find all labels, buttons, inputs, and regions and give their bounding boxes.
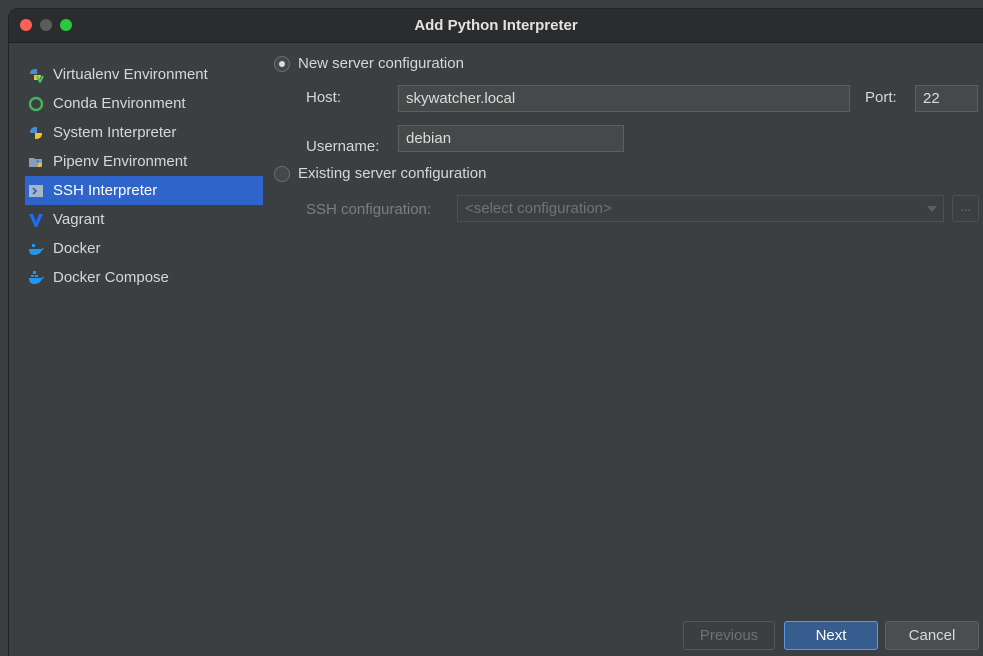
username-label: Username: bbox=[306, 138, 380, 155]
sidebar-item-label: Docker Compose bbox=[53, 269, 169, 286]
browse-ssh-configuration-button[interactable]: ... bbox=[952, 195, 979, 222]
sidebar-item-docker-compose[interactable]: Docker Compose bbox=[25, 263, 263, 292]
ssh-settings-panel: New server configuration Host: Port: Use… bbox=[271, 43, 983, 656]
docker-compose-icon bbox=[28, 270, 44, 286]
docker-icon bbox=[28, 241, 44, 257]
sidebar-item-vagrant[interactable]: Vagrant bbox=[25, 205, 263, 234]
cancel-button[interactable]: Cancel bbox=[885, 621, 979, 650]
title-bar: Add Python Interpreter bbox=[9, 9, 983, 43]
pipenv-icon bbox=[28, 154, 44, 170]
existing-server-configuration-label: Existing server configuration bbox=[298, 165, 487, 182]
sidebar-item-conda[interactable]: Conda Environment bbox=[25, 89, 263, 118]
new-server-configuration-label: New server configuration bbox=[298, 55, 464, 72]
sidebar-item-pipenv[interactable]: Pipenv Environment bbox=[25, 147, 263, 176]
next-button[interactable]: Next bbox=[784, 621, 878, 650]
sidebar-item-label: Docker bbox=[53, 240, 101, 257]
host-input[interactable] bbox=[398, 85, 850, 112]
dialog-title: Add Python Interpreter bbox=[414, 17, 578, 34]
sidebar-item-label: Vagrant bbox=[53, 211, 105, 228]
port-input[interactable] bbox=[915, 85, 978, 112]
sidebar-item-label: Conda Environment bbox=[53, 95, 186, 112]
ssh-configuration-select[interactable]: <select configuration> bbox=[457, 195, 944, 222]
sidebar-item-docker[interactable]: Docker bbox=[25, 234, 263, 263]
port-label: Port: bbox=[865, 89, 897, 106]
sidebar-item-label: SSH Interpreter bbox=[53, 182, 158, 199]
vagrant-icon bbox=[28, 212, 44, 228]
chevron-down-icon bbox=[927, 206, 937, 212]
host-label: Host: bbox=[306, 89, 342, 106]
conda-icon bbox=[28, 96, 44, 112]
sidebar-item-ssh-interpreter[interactable]: SSH Interpreter bbox=[25, 176, 263, 205]
ssh-configuration-placeholder: <select configuration> bbox=[465, 200, 612, 217]
add-python-interpreter-dialog: Add Python Interpreter Virtualenv Enviro… bbox=[8, 8, 983, 656]
sidebar-item-label: System Interpreter bbox=[53, 124, 177, 141]
interpreter-type-list: Virtualenv Environment Conda Environment… bbox=[9, 43, 271, 656]
sidebar-item-virtualenv[interactable]: Virtualenv Environment bbox=[25, 60, 263, 89]
sidebar-item-system-interpreter[interactable]: System Interpreter bbox=[25, 118, 263, 147]
previous-button[interactable]: Previous bbox=[683, 621, 775, 650]
ssh-configuration-label: SSH configuration: bbox=[306, 201, 432, 218]
sidebar-item-label: Virtualenv Environment bbox=[53, 66, 208, 83]
python-icon bbox=[28, 125, 44, 141]
virtualenv-icon bbox=[28, 67, 44, 83]
existing-server-configuration-radio[interactable] bbox=[274, 166, 290, 182]
new-server-configuration-radio[interactable] bbox=[274, 56, 290, 72]
username-input[interactable] bbox=[398, 125, 624, 152]
ssh-icon bbox=[28, 183, 44, 199]
sidebar-item-label: Pipenv Environment bbox=[53, 153, 188, 170]
